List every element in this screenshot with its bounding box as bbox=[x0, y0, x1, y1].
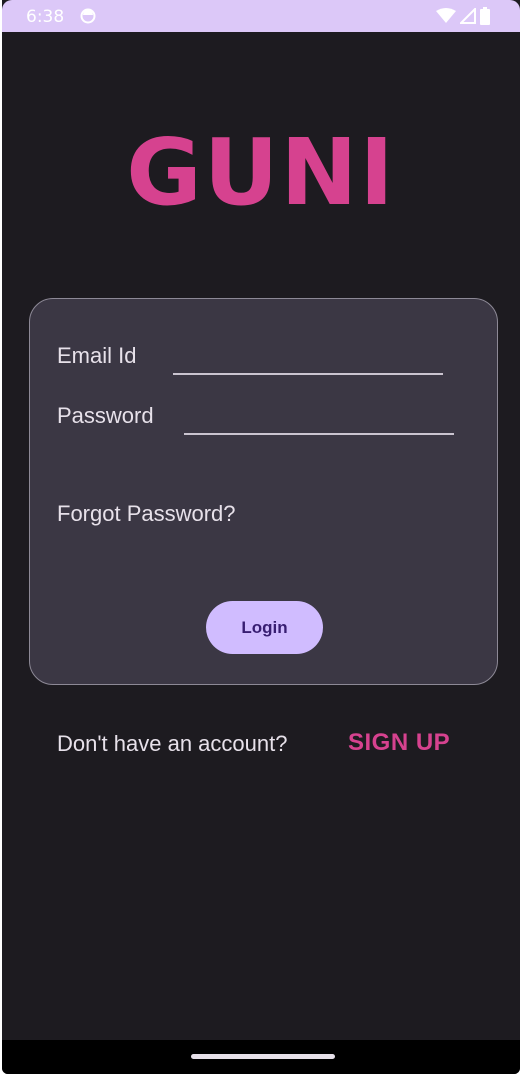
password-field[interactable] bbox=[184, 403, 454, 435]
sync-icon bbox=[80, 8, 96, 24]
battery-icon bbox=[480, 7, 490, 25]
forgot-password-link[interactable]: Forgot Password? bbox=[57, 501, 236, 527]
signup-link[interactable]: SIGN UP bbox=[348, 729, 450, 757]
login-button[interactable]: Login bbox=[206, 601, 323, 654]
signup-prompt: Don't have an account? bbox=[57, 731, 288, 756]
status-bar: 6:38 bbox=[2, 0, 520, 32]
navigation-bar bbox=[2, 1040, 520, 1074]
gesture-handle[interactable] bbox=[191, 1054, 335, 1059]
cellular-icon bbox=[460, 8, 476, 24]
wifi-icon bbox=[436, 8, 456, 23]
password-label: Password bbox=[57, 403, 154, 428]
guni-logo: GUNI bbox=[126, 119, 396, 226]
email-field[interactable] bbox=[173, 343, 443, 375]
status-time: 6:38 bbox=[26, 7, 65, 27]
login-card: Email Id Password Forgot Password? Login bbox=[29, 298, 498, 685]
email-label: Email Id bbox=[57, 343, 137, 368]
status-icons bbox=[436, 7, 490, 25]
app-screen: 6:38 GUNI Email Id Password Forgot Passw… bbox=[2, 0, 520, 1074]
